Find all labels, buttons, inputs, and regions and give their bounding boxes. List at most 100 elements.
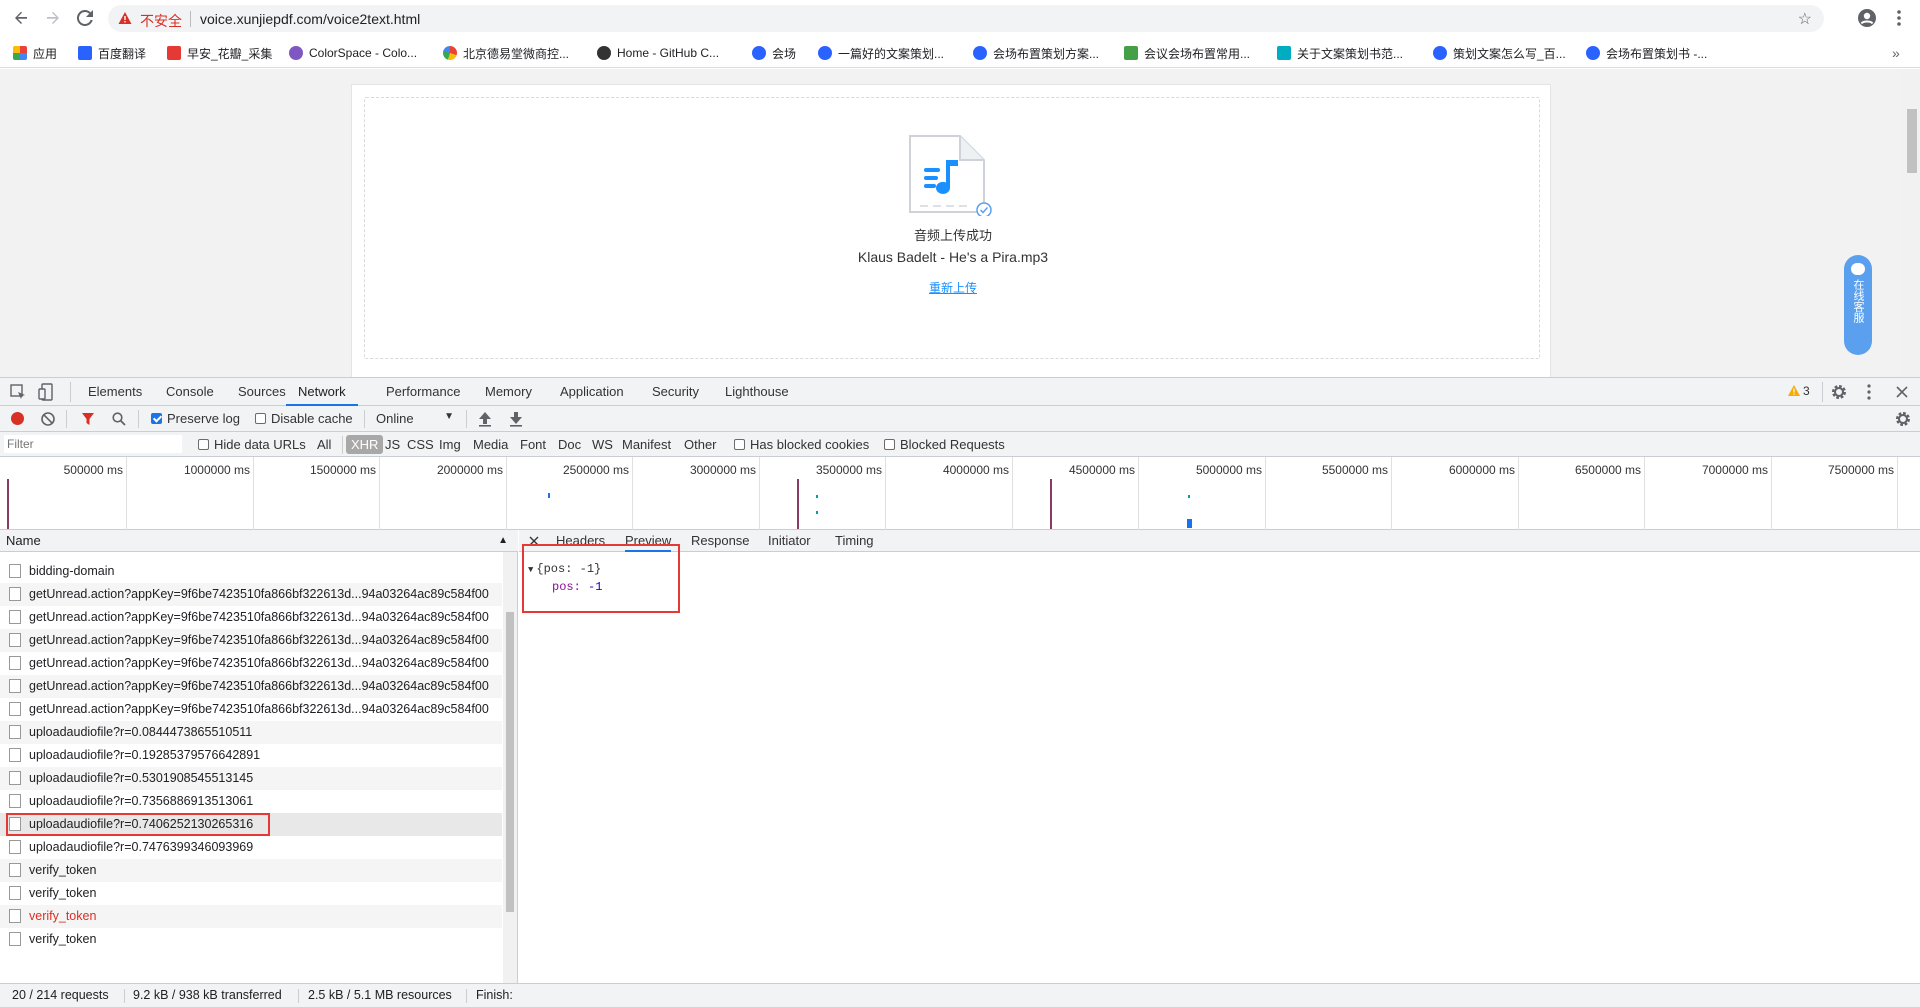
devtools-panel: Elements Console Sources Network Perform…: [0, 377, 1920, 1007]
request-row[interactable]: uploadaudiofile?r=0.5301908545513145: [0, 767, 502, 790]
filter-type-other[interactable]: Other: [684, 437, 717, 452]
throttling-select[interactable]: Online ▼: [376, 411, 454, 426]
online-service-button[interactable]: 在线客服: [1844, 255, 1872, 355]
filter-type-xhr[interactable]: XHR: [346, 435, 384, 454]
page-scrollbar[interactable]: [1903, 69, 1920, 377]
baidu-paw-icon: [818, 46, 832, 60]
disable-cache-checkbox[interactable]: Disable cache: [255, 411, 353, 426]
bookmark-item[interactable]: 会场布置策划书 -...: [1586, 44, 1707, 62]
has-blocked-cookies-checkbox[interactable]: Has blocked cookies: [734, 437, 869, 452]
blocked-requests-checkbox[interactable]: Blocked Requests: [884, 437, 1005, 452]
preserve-log-checkbox[interactable]: Preserve log: [151, 411, 240, 426]
tab-elements[interactable]: Elements: [88, 378, 142, 406]
reupload-link-text[interactable]: 重新上传: [929, 281, 977, 295]
request-list-scrollbar-thumb[interactable]: [506, 612, 514, 912]
profile-button[interactable]: [1855, 6, 1879, 30]
request-row[interactable]: uploadaudiofile?r=0.7476399346093969: [0, 836, 502, 859]
reload-button[interactable]: [73, 6, 97, 30]
filter-type-doc[interactable]: Doc: [558, 437, 581, 452]
tab-lighthouse[interactable]: Lighthouse: [725, 378, 789, 406]
request-row[interactable]: uploadaudiofile?r=0.7356886913513061: [0, 790, 502, 813]
bookmark-item[interactable]: Home - GitHub C...: [597, 44, 719, 62]
request-row[interactable]: uploadaudiofile?r=0.19285379576642891: [0, 744, 502, 767]
bookmark-item[interactable]: 百度翻译: [78, 44, 146, 62]
reupload-link[interactable]: 重新上传: [365, 279, 1541, 296]
bookmark-star-icon[interactable]: ☆: [1798, 9, 1812, 29]
filter-type-all[interactable]: All: [317, 437, 331, 452]
request-row[interactable]: getUnread.action?appKey=9f6be7423510fa86…: [0, 652, 502, 675]
filter-type-css[interactable]: CSS: [407, 437, 434, 452]
checkbox-unchecked[interactable]: [884, 439, 895, 450]
reload-icon: [77, 10, 93, 26]
insecure-label[interactable]: 不安全: [140, 11, 182, 31]
bookmarks-overflow-icon[interactable]: »: [1892, 44, 1900, 62]
checkbox-unchecked[interactable]: [255, 413, 266, 424]
tab-performance[interactable]: Performance: [386, 378, 460, 406]
network-settings-gear-icon[interactable]: [1895, 411, 1911, 427]
tab-initiator[interactable]: Initiator: [768, 530, 811, 552]
browser-menu-button[interactable]: [1887, 6, 1911, 30]
request-row[interactable]: getUnread.action?appKey=9f6be7423510fa86…: [0, 583, 502, 606]
record-button[interactable]: [11, 412, 24, 425]
request-row-error[interactable]: verify_token: [0, 905, 502, 928]
inspect-element-icon[interactable]: [10, 384, 26, 400]
bookmark-item[interactable]: ColorSpace - Colo...: [289, 44, 417, 62]
bookmark-item[interactable]: 会场: [752, 44, 796, 62]
hide-data-urls-checkbox[interactable]: Hide data URLs: [198, 437, 306, 452]
close-devtools-icon[interactable]: [1896, 386, 1908, 398]
bookmark-item[interactable]: 应用: [13, 44, 57, 62]
bookmark-item[interactable]: 关于文案策划书范...: [1277, 44, 1403, 62]
settings-gear-icon[interactable]: [1831, 384, 1847, 400]
url-text[interactable]: voice.xunjiepdf.com/voice2text.html: [200, 11, 420, 27]
export-har-icon[interactable]: [509, 411, 523, 427]
request-row[interactable]: bidding-domain: [0, 560, 502, 583]
checkbox-unchecked[interactable]: [198, 439, 209, 450]
filter-input[interactable]: [4, 435, 182, 453]
bookmark-item[interactable]: 北京德易堂微商控...: [443, 44, 569, 62]
clear-icon[interactable]: [41, 412, 55, 426]
filter-type-manifest[interactable]: Manifest: [622, 437, 671, 452]
tab-console[interactable]: Console: [166, 378, 214, 406]
devtools-menu-icon[interactable]: [1867, 384, 1871, 400]
filter-funnel-icon[interactable]: [81, 412, 95, 426]
bookmark-item[interactable]: 一篇好的文案策划...: [818, 44, 944, 62]
back-button[interactable]: [9, 6, 33, 30]
import-har-icon[interactable]: [478, 411, 492, 427]
device-toolbar-icon[interactable]: [38, 383, 54, 401]
request-row[interactable]: verify_token: [0, 928, 502, 951]
bookmark-item[interactable]: 会议会场布置常用...: [1124, 44, 1250, 62]
forward-button[interactable]: [41, 6, 65, 30]
filter-type-media[interactable]: Media: [473, 437, 508, 452]
filter-type-ws[interactable]: WS: [592, 437, 613, 452]
tab-memory[interactable]: Memory: [485, 378, 532, 406]
tab-timing[interactable]: Timing: [835, 530, 874, 552]
tab-security[interactable]: Security: [652, 378, 699, 406]
upload-dropzone[interactable]: 音频上传成功 Klaus Badelt - He's a Pira.mp3 重新…: [364, 97, 1540, 359]
checkbox-unchecked[interactable]: [734, 439, 745, 450]
request-row[interactable]: uploadaudiofile?r=0.0844473865510511: [0, 721, 502, 744]
filter-type-font[interactable]: Font: [520, 437, 546, 452]
tab-response[interactable]: Response: [691, 530, 750, 552]
bookmark-item[interactable]: 会场布置策划方案...: [973, 44, 1099, 62]
bookmark-item[interactable]: 策划文案怎么写_百...: [1433, 44, 1566, 62]
request-row[interactable]: verify_token: [0, 859, 502, 882]
bookmark-item[interactable]: 早安_花瓣_采集: [167, 44, 272, 62]
checkbox-checked[interactable]: [151, 413, 162, 424]
network-overview-timeline[interactable]: 500000 ms 1000000 ms 1500000 ms 2000000 …: [0, 457, 1920, 530]
address-bar[interactable]: 不安全 voice.xunjiepdf.com/voice2text.html …: [108, 5, 1824, 32]
tab-sources[interactable]: Sources: [238, 378, 286, 406]
request-row[interactable]: getUnread.action?appKey=9f6be7423510fa86…: [0, 675, 502, 698]
filter-type-img[interactable]: Img: [439, 437, 461, 452]
tab-network[interactable]: Network: [286, 378, 358, 406]
filter-type-js[interactable]: JS: [385, 437, 400, 452]
tab-application[interactable]: Application: [560, 378, 624, 406]
request-list-scrollbar[interactable]: [503, 552, 517, 983]
request-row[interactable]: getUnread.action?appKey=9f6be7423510fa86…: [0, 606, 502, 629]
name-column-header[interactable]: Name ▲: [0, 530, 518, 552]
search-icon[interactable]: [112, 412, 126, 426]
warnings-indicator[interactable]: 3: [1788, 384, 1810, 398]
request-row[interactable]: getUnread.action?appKey=9f6be7423510fa86…: [0, 629, 502, 652]
request-row[interactable]: verify_token: [0, 882, 502, 905]
page-scrollbar-thumb[interactable]: [1907, 109, 1917, 173]
request-row[interactable]: getUnread.action?appKey=9f6be7423510fa86…: [0, 698, 502, 721]
